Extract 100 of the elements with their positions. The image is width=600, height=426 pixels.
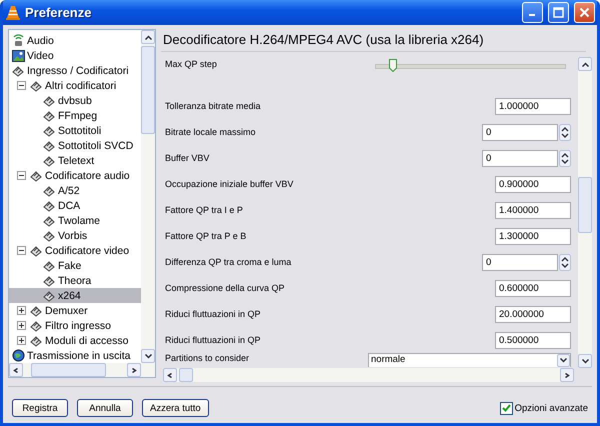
advanced-options-checkbox[interactable]: Opzioni avanzate	[500, 402, 588, 414]
tree-item[interactable]: Audio	[9, 33, 141, 48]
setting-label: Differenza QP tra croma e luma	[165, 257, 292, 267]
plug-icon	[43, 140, 56, 152]
plug-icon	[30, 170, 43, 182]
picture-icon	[12, 50, 25, 62]
close-button[interactable]	[574, 2, 595, 23]
tree-item[interactable]: Filtro ingresso	[9, 318, 141, 333]
tree-item[interactable]: Codificatore video	[9, 243, 141, 258]
setting-label: Buffer VBV	[165, 153, 210, 163]
number-field[interactable]: 0	[482, 150, 558, 166]
plug-icon	[43, 274, 56, 286]
plug-icon	[43, 230, 56, 242]
number-field[interactable]: 0	[482, 254, 558, 270]
caret-icon	[166, 372, 174, 378]
tree-item[interactable]: Theora	[9, 273, 141, 288]
plug-icon	[30, 334, 43, 346]
tree-item[interactable]: Codificatore audio	[9, 168, 141, 183]
caret-icon	[12, 368, 20, 372]
caret-icon	[144, 354, 152, 358]
tree-item[interactable]: Trasmissione in uscita	[9, 348, 141, 363]
caret-icon	[564, 372, 570, 378]
spin-icon[interactable]	[559, 254, 571, 270]
scrollbar-thumb[interactable]	[578, 177, 592, 233]
tree-item[interactable]: A/52	[9, 183, 141, 198]
check-icon	[502, 404, 511, 412]
tree-item[interactable]: Twolame	[9, 213, 141, 228]
plug-icon	[43, 184, 56, 196]
plug-icon	[30, 304, 43, 316]
tree-item[interactable]: DCA	[9, 198, 141, 213]
number-field[interactable]: 1.000000	[495, 98, 571, 114]
slider[interactable]	[373, 59, 568, 73]
maximize-button[interactable]	[548, 2, 569, 23]
scrollbar[interactable]	[163, 368, 574, 382]
number-field[interactable]: 0.900000	[495, 176, 571, 192]
caret-icon	[144, 34, 152, 40]
slider-thumb[interactable]	[388, 59, 397, 72]
number-field[interactable]: 0	[482, 124, 558, 140]
tree-item[interactable]: x264	[9, 288, 141, 303]
cone-icon	[6, 5, 20, 20]
panel-title: Decodificatore H.264/MPEG4 AVC (usa la libreria x264)	[161, 29, 586, 52]
caret-icon	[582, 62, 588, 66]
number-field[interactable]: 1.400000	[495, 202, 571, 218]
setting-label: Max QP step	[165, 58, 218, 69]
scrollbar-thumb[interactable]	[141, 46, 155, 134]
tree-item[interactable]: dvbsub	[9, 93, 141, 108]
scrollbar-thumb[interactable]	[179, 368, 193, 382]
tree-item[interactable]: Video	[9, 48, 141, 63]
dialog-button[interactable]: Azzera tutto	[142, 399, 209, 417]
setting-label: Riduci fluttuazioni in QP	[165, 335, 262, 345]
tree-item[interactable]: Sottotitoli	[9, 123, 141, 138]
scrollbar[interactable]	[141, 30, 155, 363]
maximize-icon	[553, 7, 564, 18]
caret-icon	[582, 358, 588, 364]
plug-icon	[30, 80, 43, 92]
plug-icon	[30, 244, 43, 256]
close-icon	[579, 7, 590, 18]
plug-icon	[43, 200, 56, 212]
tree-item[interactable]: Fake	[9, 258, 141, 273]
tree-item[interactable]: Demuxer	[9, 303, 141, 318]
plug-icon	[43, 124, 56, 136]
dialog-button[interactable]: Registra	[12, 399, 68, 417]
plug-icon	[43, 260, 56, 272]
minimize-button[interactable]	[522, 2, 543, 23]
dropdown[interactable]: normale	[368, 353, 571, 367]
window-title: Preferenze	[25, 5, 92, 20]
plug-icon	[43, 94, 56, 106]
collapse-icon[interactable]	[17, 246, 26, 255]
tree-item[interactable]: Sottotitoli SVCD	[9, 138, 141, 153]
scrollbar[interactable]	[9, 363, 155, 377]
tree-item[interactable]: FFmpeg	[9, 108, 141, 123]
dialog-button[interactable]: Annulla	[77, 399, 133, 417]
tree-item[interactable]: Vorbis	[9, 228, 141, 243]
expand-icon[interactable]	[17, 321, 26, 330]
scrollbar[interactable]	[578, 57, 592, 368]
spin-icon[interactable]	[559, 124, 571, 140]
spin-icon[interactable]	[559, 150, 571, 166]
number-field[interactable]: 0.500000	[495, 332, 571, 348]
plug-icon	[43, 154, 56, 166]
number-field[interactable]: 20.000000	[495, 306, 571, 322]
setting-label: Compressione della curva QP	[165, 283, 286, 293]
tree-item[interactable]: Altri codificatori	[9, 78, 141, 93]
plug-icon	[30, 320, 43, 332]
plug-icon	[43, 214, 56, 226]
number-field[interactable]: 1.300000	[495, 228, 571, 244]
setting-label: Fattore QP tra I e P	[165, 205, 244, 215]
setting-label: Tolleranza bitrate media	[165, 101, 262, 111]
expand-icon[interactable]	[17, 336, 26, 345]
expand-icon[interactable]	[17, 306, 26, 315]
tree-item[interactable]: Teletext	[9, 153, 141, 168]
tree-item[interactable]: Moduli di accesso	[9, 333, 141, 348]
setting-label: Occupazione iniziale buffer VBV	[165, 179, 294, 189]
setting-label: Fattore QP tra P e B	[165, 231, 248, 241]
plug-icon	[43, 110, 56, 122]
plug-icon	[12, 64, 25, 76]
scrollbar-thumb[interactable]	[31, 363, 106, 377]
collapse-icon[interactable]	[17, 81, 26, 90]
number-field[interactable]: 0.600000	[495, 280, 571, 296]
collapse-icon[interactable]	[17, 171, 26, 180]
tree-item[interactable]: Ingresso / Codificatori	[9, 63, 141, 78]
